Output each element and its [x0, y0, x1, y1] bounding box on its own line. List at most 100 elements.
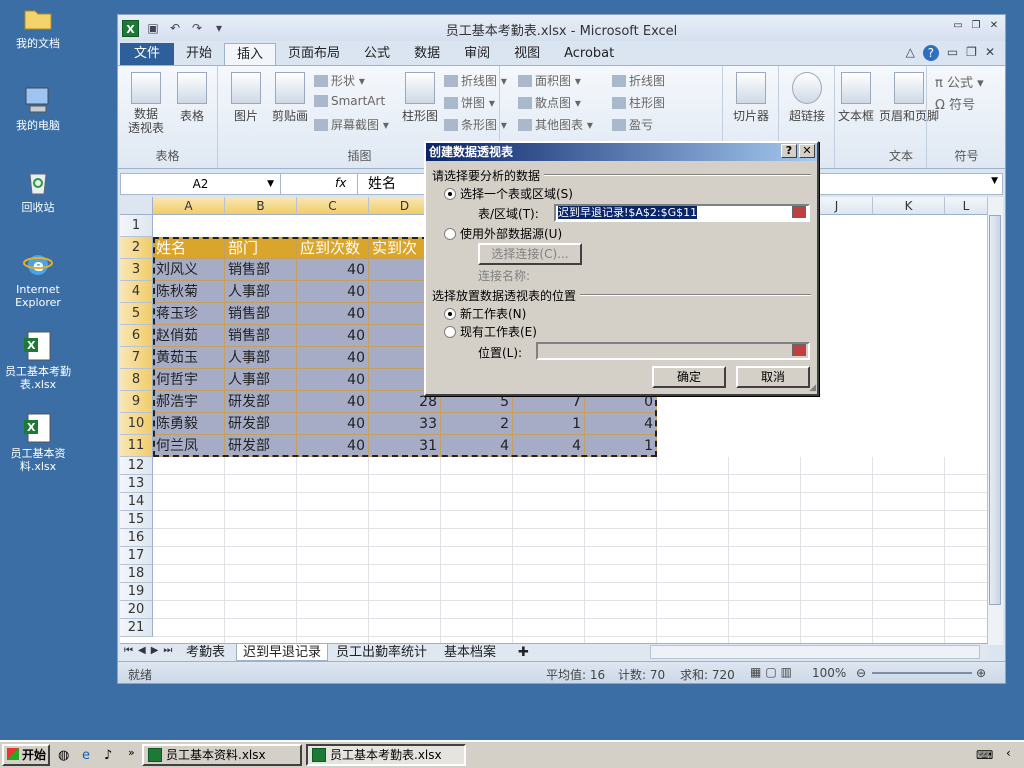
column-header[interactable]: L [945, 197, 988, 215]
data-cell[interactable]: 销售部 [225, 259, 297, 281]
scroll-thumb[interactable] [989, 215, 1001, 605]
ok-button[interactable]: 确定 [652, 366, 726, 388]
doc-minimize-icon[interactable]: ▭ [947, 45, 958, 61]
range-picker-icon[interactable] [792, 206, 806, 218]
zoom-out-icon[interactable]: ⊖ [856, 666, 866, 680]
sheet-tab-basic-info[interactable]: 基本档案 [438, 644, 502, 661]
data-cell[interactable]: 1 [585, 435, 657, 457]
data-cell[interactable]: 4 [441, 435, 513, 457]
column-header[interactable]: A [153, 197, 225, 215]
data-cell[interactable]: 33 [369, 413, 441, 435]
restore-icon[interactable]: ❐ [969, 19, 983, 33]
horizontal-scrollbar[interactable] [650, 645, 980, 659]
help-icon[interactable]: ? [922, 45, 939, 61]
radio-external-source[interactable]: 使用外部数据源(U) [444, 225, 562, 242]
zoom-level[interactable]: 100% [812, 666, 846, 680]
data-cell[interactable]: 40 [297, 369, 369, 391]
bar-chart-button[interactable]: 条形图 ▾ [444, 116, 507, 133]
row-header[interactable]: 2 [120, 237, 153, 259]
picture-button[interactable]: 图片 [224, 72, 268, 124]
row-header[interactable]: 17 [120, 547, 153, 565]
quicklaunch-ie-icon[interactable]: e [82, 748, 90, 763]
radio-existing-worksheet[interactable]: 现有工作表(E) [444, 323, 537, 340]
data-cell[interactable]: 2 [441, 413, 513, 435]
taskbar-item-info[interactable]: 员工基本资料.xlsx [142, 744, 302, 766]
row-header[interactable]: 9 [120, 391, 153, 413]
data-cell[interactable]: 刘风义 [153, 259, 225, 281]
radio-new-worksheet[interactable]: 新工作表(N) [444, 305, 526, 322]
header-cell[interactable]: 应到次数 [297, 237, 369, 259]
data-cell[interactable]: 销售部 [225, 303, 297, 325]
textbox-button[interactable]: 文本框 [836, 72, 876, 124]
row-header[interactable]: 14 [120, 493, 153, 511]
row-header[interactable]: 19 [120, 583, 153, 601]
tab-data[interactable]: 数据 [402, 43, 452, 65]
desktop-icon-info-file[interactable]: X 员工基本资料.xlsx [0, 412, 76, 473]
tab-page-layout[interactable]: 页面布局 [276, 43, 352, 65]
tab-file[interactable]: 文件 [120, 43, 174, 65]
location-input[interactable] [536, 342, 810, 360]
header-cell[interactable]: 姓名 [153, 237, 225, 259]
column-chart-button[interactable]: 柱形图 [400, 72, 440, 124]
tab-formulas[interactable]: 公式 [352, 43, 402, 65]
data-cell[interactable]: 人事部 [225, 281, 297, 303]
data-cell[interactable]: 研发部 [225, 435, 297, 457]
data-cell[interactable]: 40 [297, 413, 369, 435]
data-cell[interactable]: 何兰凤 [153, 435, 225, 457]
symbol-button[interactable]: Ω 符号 [935, 94, 975, 113]
row-header[interactable]: 5 [120, 303, 153, 325]
data-cell[interactable]: 销售部 [225, 325, 297, 347]
desktop-icon-ie[interactable]: e Internet Explorer [0, 248, 76, 309]
quicklaunch-media-icon[interactable]: ♪ [104, 748, 112, 763]
row-header[interactable]: 4 [120, 281, 153, 303]
clipart-button[interactable]: 剪贴画 [268, 72, 312, 124]
row-header[interactable]: 3 [120, 259, 153, 281]
data-cell[interactable]: 人事部 [225, 347, 297, 369]
resize-grip-icon[interactable]: ◢ [809, 383, 816, 393]
desktop-icon-my-computer[interactable]: 我的电脑 [0, 84, 76, 132]
data-cell[interactable]: 4 [585, 413, 657, 435]
start-button[interactable]: 开始 [2, 744, 50, 766]
keyboard-icon[interactable]: ⌨ [976, 748, 993, 762]
other-chart-button[interactable]: 其他图表 ▾ [518, 116, 593, 133]
vertical-scrollbar[interactable] [987, 197, 1003, 645]
row-header[interactable]: 16 [120, 529, 153, 547]
data-cell[interactable]: 40 [297, 325, 369, 347]
formula-input[interactable]: 姓名 [357, 174, 396, 194]
close-icon[interactable]: ✕ [987, 19, 1001, 33]
row-header[interactable]: 15 [120, 511, 153, 529]
data-cell[interactable]: 40 [297, 259, 369, 281]
quicklaunch-desktop-icon[interactable]: ◍ [58, 748, 69, 763]
area-chart-button[interactable]: 面积图 ▾ [518, 72, 581, 89]
data-cell[interactable]: 31 [369, 435, 441, 457]
row-header[interactable]: 7 [120, 347, 153, 369]
data-cell[interactable]: 40 [297, 347, 369, 369]
data-cell[interactable]: 40 [297, 303, 369, 325]
data-cell[interactable]: 黄茹玉 [153, 347, 225, 369]
data-cell[interactable]: 40 [297, 281, 369, 303]
smartart-button[interactable]: SmartArt [314, 94, 385, 108]
scatter-chart-button[interactable]: 散点图 ▾ [518, 94, 581, 111]
tray-expand-icon[interactable]: ‹ [1006, 746, 1011, 760]
data-cell[interactable]: 陈秋菊 [153, 281, 225, 303]
doc-close-icon[interactable]: ✕ [985, 45, 995, 61]
tab-acrobat[interactable]: Acrobat [552, 43, 626, 65]
row-header[interactable]: 6 [120, 325, 153, 347]
chevron-down-icon[interactable]: ▼ [267, 174, 274, 194]
row-header[interactable]: 8 [120, 369, 153, 391]
help-icon[interactable]: ? [781, 144, 797, 158]
data-cell[interactable]: 人事部 [225, 369, 297, 391]
new-sheet-icon[interactable]: ✚ [512, 644, 535, 661]
zoom-slider[interactable] [872, 672, 972, 674]
cancel-button[interactable]: 取消 [736, 366, 810, 388]
taskbar-item-attendance[interactable]: 员工基本考勤表.xlsx [306, 744, 466, 766]
row-header[interactable]: 12 [120, 457, 153, 475]
data-cell[interactable]: 研发部 [225, 413, 297, 435]
range-input[interactable]: 迟到早退记录!$A$2:$G$11 [554, 204, 810, 222]
doc-restore-icon[interactable]: ❐ [966, 45, 977, 61]
sheet-tab-attendance-rate[interactable]: 员工出勤率统计 [330, 644, 433, 661]
sheet-tab-attendance[interactable]: 考勤表 [180, 644, 231, 661]
zoom-in-icon[interactable]: ⊕ [976, 666, 986, 680]
minimize-ribbon-icon[interactable]: △ [906, 45, 915, 61]
data-cell[interactable]: 蒋玉珍 [153, 303, 225, 325]
